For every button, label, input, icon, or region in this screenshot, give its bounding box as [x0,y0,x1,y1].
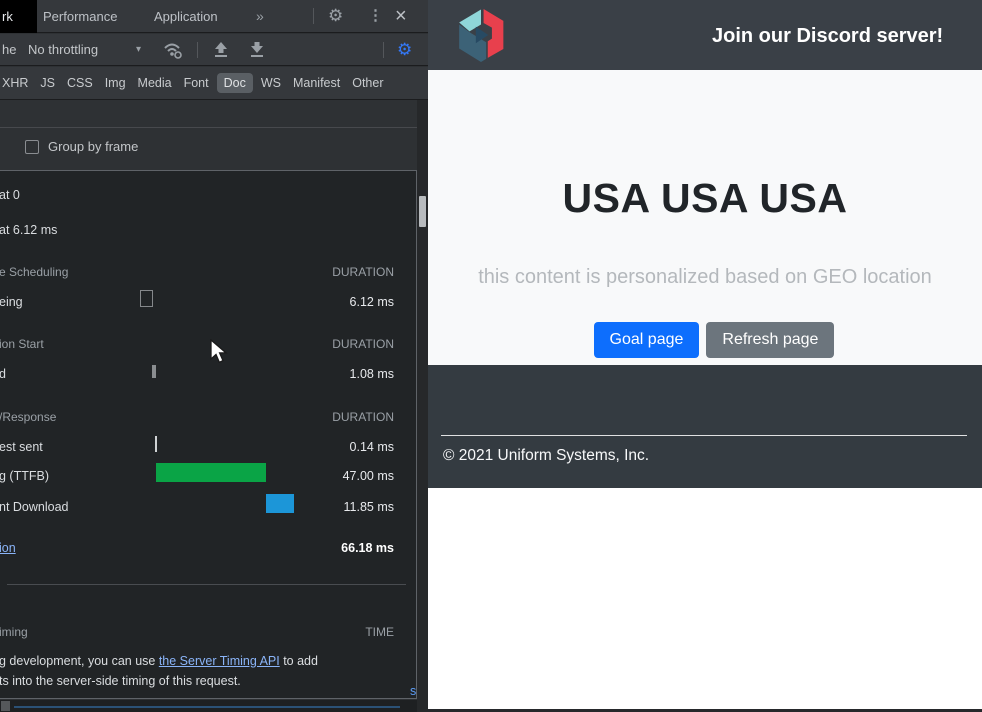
stalled-row: d 1.08 ms [0,364,416,384]
toolbar-divider [383,42,384,58]
explanation-link[interactable]: ion [0,541,16,555]
connection-start-header: ion Start DURATION [0,334,416,354]
panel-scrollbar-thumb[interactable] [419,196,426,227]
group-by-frame-row: Group by frame [0,127,417,165]
tab-network[interactable]: rk [0,0,37,33]
page-title: USA USA USA [428,175,982,222]
filter-ws[interactable]: WS [261,76,281,90]
uniform-logo[interactable] [455,7,507,65]
waiting-ttfb-bar [156,463,266,482]
tip-text: to add [280,654,318,668]
disable-cache-label[interactable]: he [2,34,16,66]
bottom-strip-line [14,706,400,708]
request-sent-label: est sent [0,440,43,454]
request-sent-bar [155,436,157,452]
content-download-label: nt Download [0,500,69,514]
timing-popup: at 0 at 6.12 ms e Scheduling DURATION ei… [0,170,417,699]
export-har-icon[interactable] [248,41,266,59]
request-response-label: /Response [0,410,56,424]
chevron-down-icon[interactable]: ▾ [136,34,141,66]
stalled-value: 1.08 ms [350,364,394,384]
bottom-strip-chip [1,701,10,711]
server-timing-tip-line2: ts into the server-side timing of this r… [0,671,416,691]
network-toolbar: he No throttling ▾ ⚙ [0,34,428,66]
tab-performance[interactable]: Performance [43,0,117,33]
content-download-row: nt Download 11.85 ms [0,497,416,517]
server-timing-header: iming TIME [0,622,416,642]
filter-media[interactable]: Media [138,76,172,90]
button-row: Goal page Refresh page [428,322,982,358]
filter-font[interactable]: Font [184,76,209,90]
clipped-text-fragment: s [410,684,416,698]
popup-divider [7,584,406,585]
resource-scheduling-header: e Scheduling DURATION [0,262,416,282]
goal-page-button[interactable]: Goal page [594,322,700,358]
duration-column-header: DURATION [332,262,394,282]
server-timing-api-link[interactable]: the Server Timing API [159,654,280,668]
page-subtitle: this content is personalized based on GE… [428,266,982,289]
queueing-bar [140,290,153,307]
network-settings-gear-icon[interactable]: ⚙ [397,38,412,62]
total-duration-value: 66.18 ms [341,538,394,558]
filter-doc-active[interactable]: Doc [217,73,253,93]
queueing-row: eing 6.12 ms [0,292,416,312]
filter-manifest[interactable]: Manifest [293,76,340,90]
filter-other[interactable]: Other [352,76,383,90]
kebab-menu-icon[interactable]: ⋮ [368,4,383,28]
request-response-header: /Response DURATION [0,407,416,427]
request-sent-value: 0.14 ms [350,437,394,457]
total-row: ion 66.18 ms [0,538,416,558]
copyright-text: © 2021 Uniform Systems, Inc. [443,447,649,465]
panel-scrollbar-track [417,100,428,712]
server-timing-tip-line1: g development, you can use the Server Ti… [0,651,416,671]
close-devtools-icon[interactable]: × [395,3,407,29]
toolbar-divider [313,8,314,24]
stalled-bar [152,365,156,378]
connection-start-label: ion Start [0,337,44,351]
group-by-frame-label: Group by frame [48,128,138,166]
discord-banner[interactable]: Join our Discord server! [712,25,943,48]
network-conditions-icon[interactable] [163,41,185,59]
page-footer: © 2021 Uniform Systems, Inc. [428,365,982,488]
mouse-cursor-icon [210,339,232,365]
server-timing-label: iming [0,625,28,639]
request-sent-row: est sent 0.14 ms [0,437,416,457]
panel-bottom-strip [0,700,417,712]
hero-section: USA USA USA this content is personalized… [428,70,982,365]
request-type-filters: XHR JS CSS Img Media Font Doc WS Manifes… [0,67,428,100]
queued-at-row: at 0 [0,185,416,205]
throttling-select[interactable]: No throttling [28,34,98,66]
tab-application[interactable]: Application [154,0,218,33]
waiting-ttfb-value: 47.00 ms [343,466,394,486]
queueing-label: eing [0,295,23,309]
tip-text: g development, you can use [0,654,159,668]
group-by-frame-checkbox[interactable] [25,140,39,154]
content-download-bar [266,494,294,513]
browser-page: Join our Discord server! USA USA USA thi… [428,0,982,712]
duration-column-header: DURATION [332,407,394,427]
filter-js[interactable]: JS [40,76,55,90]
time-column-header: TIME [365,622,394,642]
resource-scheduling-label: e Scheduling [0,265,68,279]
started-at-row: at 6.12 ms [0,220,416,240]
footer-divider [441,435,967,436]
queueing-value: 6.12 ms [350,292,394,312]
filter-css[interactable]: CSS [67,76,93,90]
devtools-tab-bar: rk Performance Application » ⚙ ⋮ × [0,0,428,33]
import-har-icon[interactable] [212,41,230,59]
refresh-page-button[interactable]: Refresh page [706,322,834,358]
content-download-value: 11.85 ms [344,497,395,517]
stalled-label: d [0,367,6,381]
duration-column-header: DURATION [332,334,394,354]
more-tabs-icon[interactable]: » [256,0,264,33]
settings-gear-icon[interactable]: ⚙ [328,4,343,28]
waiting-ttfb-label: g (TTFB) [0,469,49,483]
filter-xhr[interactable]: XHR [2,76,28,90]
screenshot-root: rk Performance Application » ⚙ ⋮ × he No… [0,0,982,712]
filter-img[interactable]: Img [105,76,126,90]
toolbar-divider [197,42,198,58]
page-header: Join our Discord server! [428,0,982,70]
